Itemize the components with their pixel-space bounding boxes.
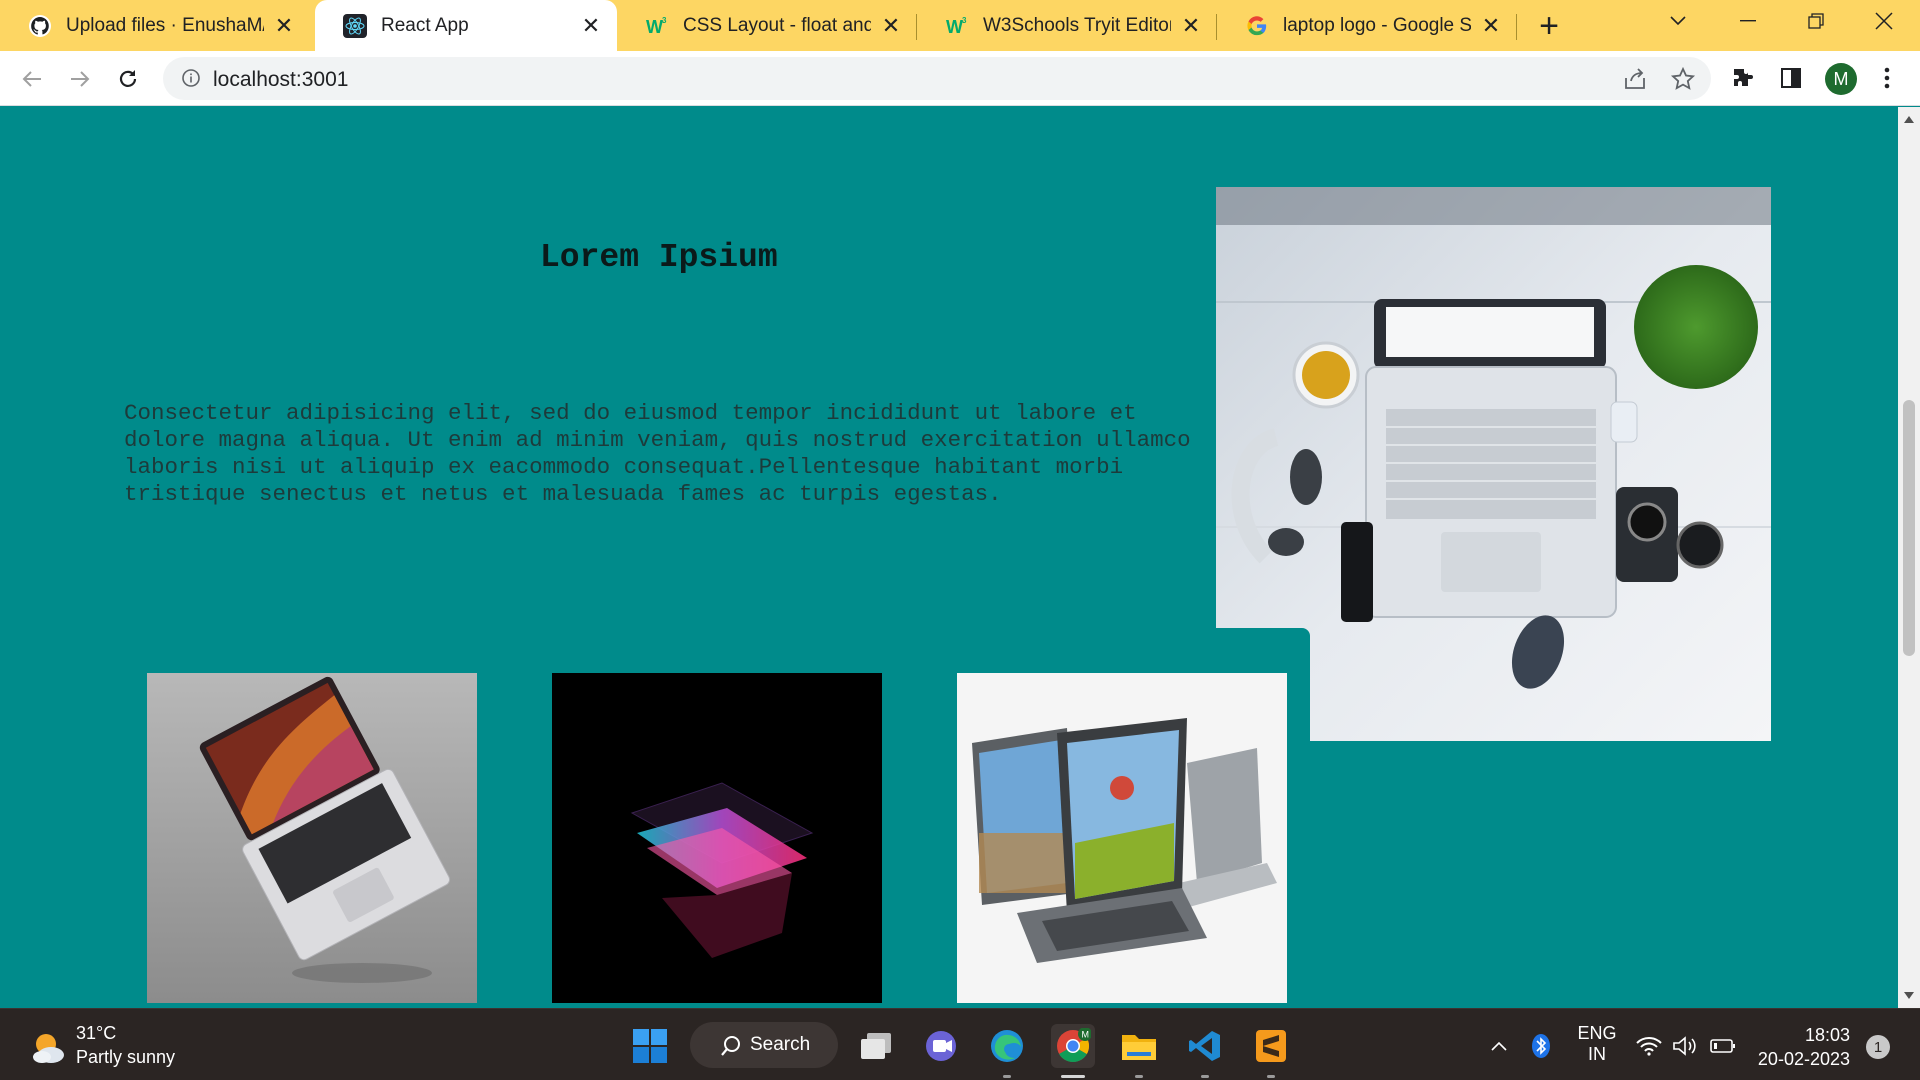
google-icon — [1245, 14, 1269, 38]
react-icon — [343, 13, 367, 38]
tab-title: React App — [381, 14, 469, 36]
search-icon — [720, 1035, 742, 1063]
tab-tryit-editor[interactable]: W3 W3Schools Tryit Editor ✕ — [917, 0, 1217, 51]
battery-icon[interactable] — [1708, 1024, 1738, 1068]
tab-react-app[interactable]: React App ✕ — [315, 0, 617, 51]
close-tab-icon[interactable]: ✕ — [579, 13, 603, 38]
wifi-icon[interactable] — [1634, 1024, 1664, 1068]
svg-text:W: W — [646, 17, 663, 37]
sublime-text-icon[interactable] — [1249, 1024, 1293, 1068]
windows-start-icon[interactable] — [628, 1024, 672, 1068]
explorer-running-indicator — [1135, 1075, 1143, 1078]
weather-description[interactable]: Partly sunny — [76, 1047, 175, 1068]
vscode-running-indicator — [1201, 1075, 1209, 1078]
svg-text:M: M — [1082, 1030, 1090, 1040]
tab-title: laptop logo - Google Sea — [1283, 14, 1471, 36]
back-button[interactable] — [14, 61, 50, 97]
chevron-up-icon[interactable] — [1484, 1024, 1514, 1068]
svg-text:W: W — [946, 17, 963, 37]
file-explorer-icon[interactable] — [1117, 1024, 1161, 1068]
url-text[interactable]: localhost:3001 — [213, 68, 348, 92]
edge-running-indicator — [1003, 1075, 1011, 1078]
system-clock[interactable]: 18:03 20-02-2023 — [1748, 1023, 1850, 1071]
tab-title: Upload files · EnushaM/re — [66, 14, 264, 36]
tab-upload-files[interactable]: Upload files · EnushaM/re ✕ — [0, 0, 310, 51]
clock-time: 18:03 — [1804, 1025, 1850, 1045]
page-content: Lorem Ipsium Consectetur adipisicing eli… — [0, 107, 1898, 1008]
close-tab-icon[interactable]: ✕ — [879, 13, 903, 38]
tab-title: CSS Layout - float and cle — [683, 14, 871, 36]
task-view-icon[interactable] — [854, 1024, 898, 1068]
github-icon — [28, 14, 52, 38]
chrome-active-indicator — [1061, 1075, 1085, 1078]
tab-search-icon[interactable] — [1646, 0, 1710, 42]
forward-button[interactable] — [62, 61, 98, 97]
svg-text:3: 3 — [662, 16, 667, 25]
close-window-button[interactable] — [1852, 0, 1916, 42]
region-code: IN — [1588, 1044, 1606, 1064]
search-label: Search — [750, 1034, 811, 1055]
site-info-icon[interactable] — [181, 68, 201, 88]
silver-laptop-photo — [147, 673, 477, 1003]
minimize-button[interactable] — [1716, 0, 1780, 42]
chrome-browser-icon[interactable]: M — [1051, 1024, 1095, 1068]
language-indicator[interactable]: ENG IN — [1572, 1023, 1622, 1065]
profile-avatar[interactable]: M — [1825, 63, 1857, 95]
restore-button[interactable] — [1784, 0, 1848, 42]
chrome-menu-icon[interactable] — [1872, 63, 1902, 93]
weather-temperature[interactable]: 31°C — [76, 1023, 116, 1044]
svg-text:3: 3 — [962, 16, 967, 25]
close-tab-icon[interactable]: ✕ — [1479, 13, 1503, 38]
tab-css-layout[interactable]: W3 CSS Layout - float and cle ✕ — [617, 0, 917, 51]
intro-paragraph: Consectetur adipisicing elit, sed do eiu… — [124, 400, 1191, 507]
new-tab-button[interactable]: + — [1530, 7, 1568, 45]
extensions-icon[interactable] — [1728, 63, 1758, 93]
scrollbar-thumb[interactable] — [1903, 400, 1915, 656]
sublime-running-indicator — [1267, 1075, 1275, 1078]
page-heading: Lorem Ipsium — [540, 239, 778, 276]
w3schools-icon: W3 — [945, 14, 969, 38]
windows-taskbar: 31°C Partly sunny Search M ENG IN 18:03 … — [0, 1008, 1920, 1080]
laptops-tablet-photo — [957, 673, 1287, 1003]
side-panel-icon[interactable] — [1776, 63, 1806, 93]
clock-date: 20-02-2023 — [1757, 1049, 1850, 1069]
glowing-laptop-photo — [552, 673, 882, 1003]
tab-strip: Upload files · EnushaM/re ✕ React App ✕ … — [0, 0, 1920, 51]
share-icon[interactable] — [1622, 66, 1648, 92]
language-code: ENG — [1577, 1023, 1617, 1043]
page-scrollbar[interactable] — [1898, 107, 1920, 1008]
tab-title: W3Schools Tryit Editor — [983, 14, 1171, 36]
tab-separator — [1516, 14, 1517, 40]
address-bar[interactable]: localhost:3001 — [163, 57, 1711, 100]
volume-icon[interactable] — [1670, 1024, 1700, 1068]
teams-chat-icon[interactable] — [919, 1024, 963, 1068]
w3schools-icon: W3 — [645, 14, 669, 38]
taskbar-search-button[interactable]: Search — [690, 1022, 838, 1068]
browser-toolbar: localhost:3001 — [0, 51, 1920, 106]
reload-button[interactable] — [110, 61, 146, 97]
scroll-down-arrow-icon[interactable] — [1904, 992, 1914, 999]
scroll-up-arrow-icon[interactable] — [1904, 116, 1914, 123]
close-tab-icon[interactable]: ✕ — [272, 13, 296, 38]
tab-google-search[interactable]: laptop logo - Google Sea ✕ — [1217, 0, 1517, 51]
notification-badge[interactable]: 1 — [1866, 1035, 1890, 1059]
close-tab-icon[interactable]: ✕ — [1179, 13, 1203, 38]
bluetooth-icon[interactable] — [1526, 1024, 1556, 1068]
edge-browser-icon[interactable] — [985, 1024, 1029, 1068]
vscode-icon[interactable] — [1183, 1024, 1227, 1068]
bookmark-star-icon[interactable] — [1670, 66, 1696, 92]
partly-sunny-icon[interactable] — [30, 1029, 66, 1065]
